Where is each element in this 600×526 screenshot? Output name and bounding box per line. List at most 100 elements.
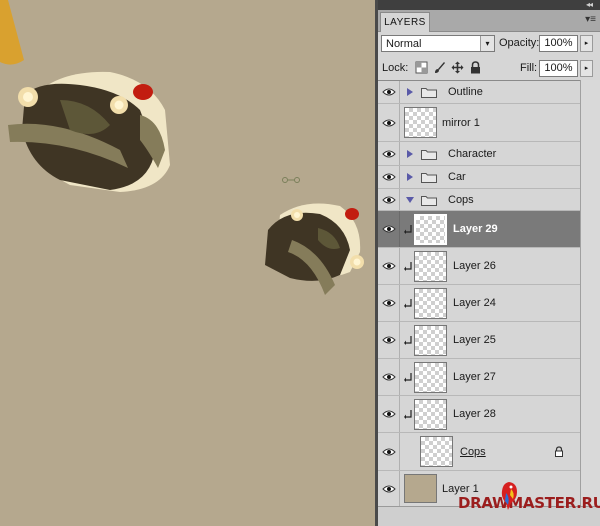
lock-icon[interactable]: [469, 61, 482, 74]
clipping-arrow-icon: [404, 410, 412, 419]
eye-icon: [382, 262, 396, 270]
layers-panel: ◂◂ LAYERS ▾≡ Normal ▾ Opacity: 100% ▸ Lo…: [378, 0, 600, 526]
layer-thumbnail: [414, 251, 447, 282]
clipping-arrow-icon: [404, 225, 412, 234]
clipping-arrow-icon: [404, 336, 412, 345]
layer-row[interactable]: Layer 27: [378, 359, 580, 396]
layer-name: Layer 24: [453, 297, 496, 309]
visibility-toggle[interactable]: [378, 322, 400, 358]
parrot-icon: [501, 482, 517, 510]
layer-row[interactable]: mirror 1: [378, 104, 580, 142]
layer-row[interactable]: Character: [378, 142, 580, 166]
visibility-toggle[interactable]: [378, 211, 400, 247]
layer-name: Layer 26: [453, 260, 496, 272]
tab-layers[interactable]: LAYERS: [380, 12, 430, 32]
layer-row[interactable]: Cops: [378, 189, 580, 211]
chevron-down-icon[interactable]: ▾: [480, 36, 494, 51]
visibility-toggle[interactable]: [378, 189, 400, 210]
collapse-triangle-icon[interactable]: [405, 195, 415, 205]
panel-tabbar: LAYERS ▾≡: [378, 10, 600, 32]
yellow-shape: [0, 0, 24, 65]
fill-slider-arrow-icon[interactable]: ▸: [580, 60, 593, 77]
eye-icon: [382, 373, 396, 381]
folder-icon: [421, 195, 437, 206]
expand-triangle-icon[interactable]: [405, 149, 415, 159]
eye-icon: [382, 485, 396, 493]
layer-name: mirror 1: [442, 116, 480, 129]
eye-icon: [382, 410, 396, 418]
layer-row[interactable]: Outline: [378, 81, 580, 104]
opacity-field[interactable]: 100%: [539, 35, 578, 52]
layer-name: Car: [448, 171, 466, 183]
eye-icon: [382, 150, 396, 157]
blend-row: Normal ▾ Opacity: 100% ▸: [378, 32, 600, 56]
opacity-slider-arrow-icon[interactable]: ▸: [580, 35, 593, 52]
layer-row[interactable]: Cops: [378, 433, 580, 471]
layer-name: Layer 28: [453, 408, 496, 420]
folder-icon: [421, 173, 437, 183]
visibility-toggle[interactable]: [378, 104, 400, 141]
opacity-label: Opacity:: [499, 37, 540, 49]
layer-thumbnail: [414, 325, 447, 356]
fill-field[interactable]: 100%: [539, 60, 578, 77]
blend-mode-value: Normal: [386, 38, 422, 50]
layer-name: Layer 29: [453, 223, 498, 235]
layer-row[interactable]: Layer 28: [378, 396, 580, 433]
layer-name: Layer 25: [453, 334, 496, 346]
blend-mode-select[interactable]: Normal ▾: [381, 35, 495, 52]
expand-triangle-icon[interactable]: [405, 172, 415, 182]
visibility-toggle[interactable]: [378, 471, 400, 506]
layer-name: Cops: [448, 193, 474, 206]
police-car-large: [8, 71, 170, 192]
layer-row[interactable]: Layer 26: [378, 248, 580, 285]
eye-icon: [382, 88, 396, 96]
collapse-icon[interactable]: ◂◂: [586, 0, 593, 10]
layers-list: Outline mirror 1 Character Car Cops Laye…: [378, 80, 580, 506]
layer-row-selected[interactable]: Layer 29: [378, 211, 580, 248]
lock-label: Lock:: [382, 62, 409, 74]
layer-name: Cops: [460, 445, 486, 458]
visibility-toggle[interactable]: [378, 396, 400, 432]
eye-icon: [382, 448, 396, 455]
eye-icon: [382, 119, 396, 126]
layer-row[interactable]: Layer 25: [378, 322, 580, 359]
layer-thumbnail: [404, 107, 437, 138]
layer-row[interactable]: Layer 24: [378, 285, 580, 322]
visibility-toggle[interactable]: [378, 142, 400, 165]
lock-icon: [555, 446, 563, 457]
lock-move-icon[interactable]: [451, 61, 464, 74]
layer-thumbnail: [404, 474, 437, 503]
visibility-toggle[interactable]: [378, 248, 400, 284]
eye-icon: [382, 336, 396, 344]
visibility-toggle[interactable]: [378, 433, 400, 470]
layer-row[interactable]: Car: [378, 166, 580, 189]
panel-titlebar[interactable]: ◂◂: [378, 0, 600, 10]
expand-triangle-icon[interactable]: [405, 87, 415, 97]
visibility-toggle[interactable]: [378, 166, 400, 188]
lock-row: Lock: Fill: 100% ▸: [378, 57, 600, 80]
document-canvas[interactable]: [0, 0, 375, 526]
visibility-toggle[interactable]: [378, 81, 400, 103]
eye-icon: [382, 173, 396, 181]
layer-thumbnail: [414, 214, 447, 245]
artwork: [0, 0, 364, 295]
police-car-small: [265, 203, 364, 295]
lock-transparency-icon[interactable]: [415, 61, 428, 74]
clipping-arrow-icon: [404, 299, 412, 308]
layer-thumbnail: [420, 436, 453, 467]
visibility-toggle[interactable]: [378, 359, 400, 395]
fill-label: Fill:: [520, 62, 538, 74]
visibility-toggle[interactable]: [378, 285, 400, 321]
clipping-arrow-icon: [404, 262, 412, 271]
layers-scrollbar[interactable]: [580, 80, 600, 506]
lock-brush-icon[interactable]: [433, 61, 446, 74]
folder-icon: [421, 88, 437, 98]
eye-icon: [382, 196, 396, 203]
layer-thumbnail: [414, 288, 447, 319]
layer-name: Layer 27: [453, 371, 496, 383]
watermark-text: DRAWMASTER.RU: [458, 494, 600, 512]
layer-name: Character: [448, 147, 497, 160]
clipping-arrow-icon: [404, 373, 412, 382]
panel-menu-icon[interactable]: ▾≡: [585, 14, 596, 26]
eye-icon: [382, 225, 396, 233]
